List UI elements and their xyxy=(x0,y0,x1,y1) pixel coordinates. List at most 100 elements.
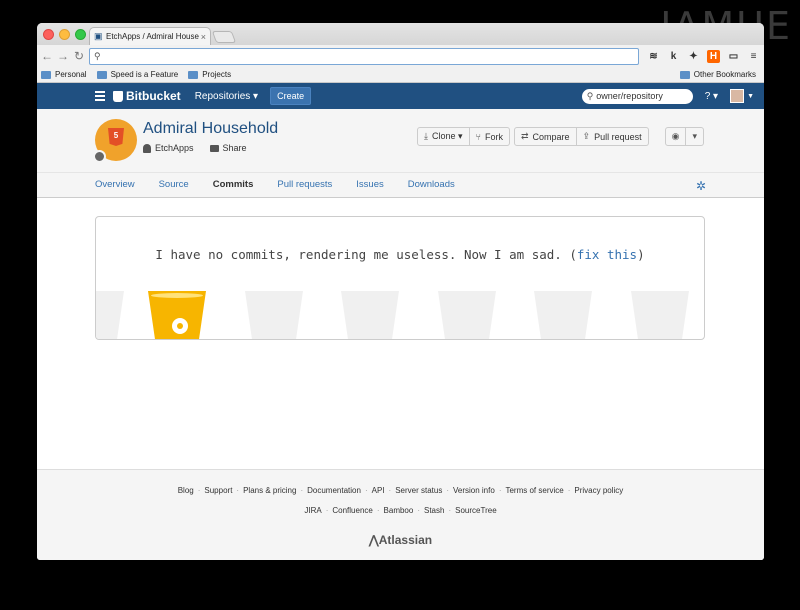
atlassian-label: Atlassian xyxy=(378,533,433,547)
lock-icon xyxy=(93,150,106,163)
gear-icon[interactable]: ✲ xyxy=(696,179,706,193)
footer-link-plans[interactable]: Plans & pricing xyxy=(239,486,300,495)
repo-actions: ⤓ Clone ▾ ⑂ Fork ⇄ Compare ⇪ Pull reques… xyxy=(417,127,704,146)
folder-icon xyxy=(679,70,690,79)
clone-button[interactable]: ⤓ Clone ▾ xyxy=(417,127,470,146)
fix-this-link[interactable]: fix this xyxy=(577,247,637,262)
footer: Blog · Support · Plans & pricing · Document… xyxy=(37,469,764,560)
chevron-down-icon: ▼ xyxy=(747,92,754,100)
footer-link-jira[interactable]: JIRA xyxy=(300,506,325,515)
address-bar[interactable]: ⚲ xyxy=(89,47,639,65)
h-icon[interactable]: H xyxy=(707,49,720,63)
avatar xyxy=(730,89,745,103)
folder-icon xyxy=(96,70,107,79)
watch-button[interactable]: ◉ xyxy=(664,127,687,146)
bucket-icon xyxy=(96,291,124,339)
footer-link-version-info[interactable]: Version info xyxy=(449,486,499,495)
repo-title[interactable]: Admiral Household xyxy=(143,120,278,138)
bookmark-label: Other Bookmarks xyxy=(693,70,756,79)
bitbucket-logo[interactable]: Bitbucket xyxy=(113,89,181,103)
atlassian-logo[interactable]: ⋀Atlassian xyxy=(37,533,764,547)
footer-link-api[interactable]: API xyxy=(368,486,389,495)
bookmark-label: Speed is a Feature xyxy=(110,70,179,79)
fork-button[interactable]: ⑂ Fork xyxy=(469,127,510,146)
create-button[interactable]: Create xyxy=(270,87,312,105)
tab-downloads[interactable]: Downloads xyxy=(408,179,455,197)
hamburger-menu-icon[interactable] xyxy=(95,91,105,103)
browser-window: ▣ EtchApps / Admiral Household × ← → ↻ ⚲… xyxy=(37,23,764,560)
footer-link-terms[interactable]: Terms of service xyxy=(501,486,567,495)
new-tab-button[interactable] xyxy=(211,31,237,43)
browser-tabbar: ▣ EtchApps / Admiral Household × xyxy=(37,23,764,45)
footer-link-sourcetree[interactable]: SourceTree xyxy=(451,506,501,515)
share-icon xyxy=(209,144,219,152)
tab-overview[interactable]: Overview xyxy=(95,179,135,197)
repo-tabs: Overview Source Commits Pull requests Is… xyxy=(37,173,764,198)
bucket-icon xyxy=(341,291,399,339)
footer-link-stash[interactable]: Stash xyxy=(420,506,448,515)
footer-link-bamboo[interactable]: Bamboo xyxy=(380,506,418,515)
bookmark-folder[interactable]: Speed is a Feature xyxy=(96,70,179,79)
tab-commits[interactable]: Commits xyxy=(213,179,254,197)
eye-icon: ◉ xyxy=(671,131,680,141)
klout-icon[interactable]: k xyxy=(667,50,680,63)
forward-arrow-icon[interactable]: → xyxy=(57,49,69,63)
cast-icon[interactable]: ▭ xyxy=(727,50,740,63)
clone-fork-group: ⤓ Clone ▾ ⑂ Fork xyxy=(417,127,510,146)
logo-text: Bitbucket xyxy=(126,89,181,103)
bookmark-folder[interactable]: Personal xyxy=(41,70,87,79)
bucket-logo-icon xyxy=(113,90,123,102)
buffer-icon[interactable]: ≋ xyxy=(647,50,660,63)
bookmarks-bar: Personal Speed is a Feature Projects Oth… xyxy=(37,67,764,83)
repositories-menu[interactable]: Repositories ▾ xyxy=(195,91,258,102)
reload-icon[interactable]: ↻ xyxy=(73,49,85,63)
twitter-icon[interactable]: ✦ xyxy=(687,50,700,63)
extension-icons: ≋ k ✦ H ▭ ≡ xyxy=(647,49,760,63)
folder-icon xyxy=(188,70,199,79)
empty-state-panel: I have no commits, rendering me useless.… xyxy=(95,216,705,340)
share-link[interactable]: Share xyxy=(209,143,247,153)
bucket-icon xyxy=(438,291,496,339)
footer-link-server-status[interactable]: Server status xyxy=(391,486,446,495)
browser-tab[interactable]: ▣ EtchApps / Admiral Household × xyxy=(89,27,211,45)
chevron-down-icon: ▾ xyxy=(692,131,697,141)
tab-source[interactable]: Source xyxy=(159,179,189,197)
back-arrow-icon[interactable]: ← xyxy=(41,49,53,63)
footer-link-documentation[interactable]: Documentation xyxy=(303,486,365,495)
footer-link-blog[interactable]: Blog xyxy=(174,486,198,495)
repo-avatar: 5 xyxy=(93,119,137,163)
footer-link-support[interactable]: Support xyxy=(200,486,236,495)
tab-pull-requests[interactable]: Pull requests xyxy=(277,179,332,197)
address-input[interactable] xyxy=(103,50,634,62)
compare-pr-group: ⇄ Compare ⇪ Pull request xyxy=(513,127,649,146)
owner-label: EtchApps xyxy=(155,143,194,153)
tab-close-icon[interactable]: × xyxy=(201,32,206,42)
bookmark-folder[interactable]: Projects xyxy=(188,70,231,79)
clone-label: Clone ▾ xyxy=(432,131,463,141)
html5-icon: 5 xyxy=(108,128,124,146)
browser-toolbar: ← → ↻ ⚲ ≋ k ✦ H ▭ ≡ xyxy=(37,45,764,67)
menu-icon[interactable]: ≡ xyxy=(747,50,760,63)
close-window-button[interactable] xyxy=(43,29,54,40)
repo-owner[interactable]: EtchApps xyxy=(143,143,194,153)
bookmark-label: Personal xyxy=(55,70,87,79)
atlassian-icon: ⋀ xyxy=(368,533,379,547)
search-icon: ⚲ xyxy=(94,50,101,61)
footer-link-privacy[interactable]: Privacy policy xyxy=(570,486,627,495)
repo-header: 5 Admiral Household EtchApps Share ⤓ Clo… xyxy=(37,109,764,173)
zoom-window-button[interactable] xyxy=(75,29,86,40)
footer-link-confluence[interactable]: Confluence xyxy=(328,506,376,515)
other-bookmarks-folder[interactable]: Other Bookmarks xyxy=(679,70,756,79)
empty-message-text: I have no commits, rendering me useless.… xyxy=(155,247,577,262)
empty-state-message: I have no commits, rendering me useless.… xyxy=(96,247,704,262)
footer-links: Blog · Support · Plans & pricing · Document… xyxy=(37,486,764,495)
help-menu[interactable]: ? ▾ xyxy=(705,91,718,102)
repo-search[interactable]: ⚲ owner/repository xyxy=(581,88,693,104)
person-icon xyxy=(143,143,151,153)
compare-button[interactable]: ⇄ Compare xyxy=(513,127,577,146)
tab-issues[interactable]: Issues xyxy=(356,179,383,197)
user-menu[interactable]: ▼ xyxy=(730,89,754,103)
minimize-window-button[interactable] xyxy=(59,29,70,40)
watch-dropdown-button[interactable]: ▾ xyxy=(686,127,704,146)
pull-request-button[interactable]: ⇪ Pull request xyxy=(576,127,649,146)
